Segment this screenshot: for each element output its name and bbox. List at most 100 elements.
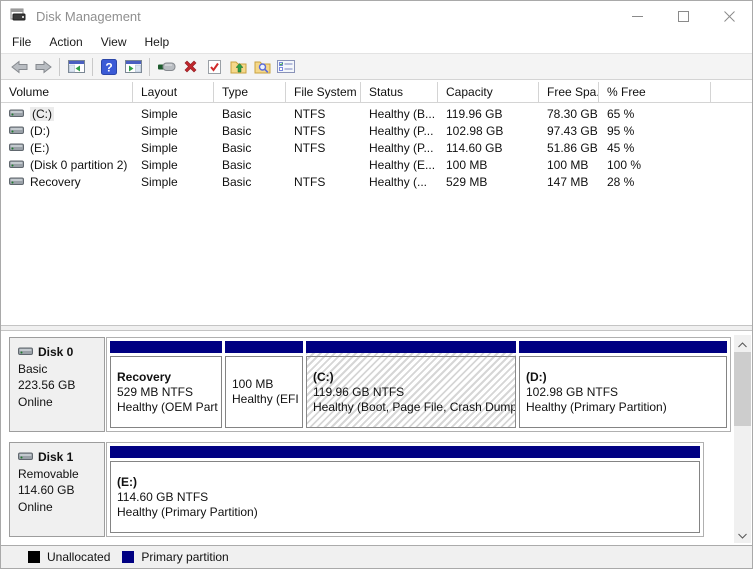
partition-title: (E:) bbox=[117, 474, 137, 489]
partition-info: (E:) 114.60 GB NTFS Healthy (Primary Par… bbox=[110, 461, 700, 533]
menu-view[interactable]: View bbox=[92, 32, 136, 52]
file-system-cell: NTFS bbox=[294, 174, 326, 189]
partition-color-bar bbox=[110, 341, 222, 353]
disk-status: Online bbox=[18, 394, 53, 409]
disk-media-type: Basic bbox=[18, 361, 48, 376]
file-system-cell: NTFS bbox=[294, 123, 326, 138]
partition-color-bar bbox=[519, 341, 727, 353]
capacity-cell: 529 MB bbox=[446, 174, 488, 189]
folder-magnifier-icon bbox=[254, 59, 271, 74]
chevron-down-icon bbox=[738, 528, 747, 542]
folder-magnifier-button[interactable] bbox=[251, 56, 273, 78]
show-console-tree-button[interactable] bbox=[65, 56, 87, 78]
partition-d[interactable]: (D:) 102.98 GB NTFS Healthy (Primary Par… bbox=[519, 341, 727, 428]
free-space-cell: 78.30 GB bbox=[547, 106, 598, 121]
scroll-down-button[interactable] bbox=[734, 526, 751, 543]
document-check-button[interactable] bbox=[203, 56, 225, 78]
folder-up-button[interactable] bbox=[227, 56, 249, 78]
column-header-pct-free[interactable]: % Free bbox=[599, 82, 711, 102]
partition-size-line: 102.98 GB NTFS bbox=[526, 384, 619, 399]
volume-label: (E:) bbox=[30, 140, 50, 155]
type-cell: Basic bbox=[222, 140, 252, 155]
column-header-layout[interactable]: Layout bbox=[133, 82, 214, 102]
legend-unallocated-label: Unallocated bbox=[47, 550, 111, 564]
column-header-type[interactable]: Type bbox=[214, 82, 286, 102]
partition-info: 100 MB Healthy (EFI S bbox=[225, 356, 303, 428]
disk0-header[interactable]: Disk 0 Basic 223.56 GB Online bbox=[9, 337, 105, 432]
help-button[interactable]: ? bbox=[98, 56, 120, 78]
partition-efi[interactable]: 100 MB Healthy (EFI S bbox=[225, 341, 303, 428]
volume-label: (Disk 0 partition 2) bbox=[30, 157, 128, 172]
disk-management-window: Disk Management File Action View Help ? … bbox=[0, 0, 753, 569]
type-cell: Basic bbox=[222, 157, 252, 172]
legend-primary-partition-label: Primary partition bbox=[141, 550, 229, 564]
graphical-view-panel: Disk 0 Basic 223.56 GB Online Recovery 5… bbox=[1, 331, 752, 545]
volume-row-e[interactable]: (E:) Simple Basic NTFS Healthy (P... 114… bbox=[1, 139, 752, 156]
capacity-cell: 100 MB bbox=[446, 157, 488, 172]
partition-info: (D:) 102.98 GB NTFS Healthy (Primary Par… bbox=[519, 356, 727, 428]
vertical-scrollbar[interactable] bbox=[734, 335, 751, 543]
capacity-cell: 114.60 GB bbox=[446, 140, 503, 155]
disk-management-icon bbox=[10, 8, 26, 25]
status-cell: Healthy (B... bbox=[369, 106, 436, 121]
volume-row-disk0-partition2[interactable]: (Disk 0 partition 2) Simple Basic Health… bbox=[1, 156, 752, 173]
partition-status-line: Healthy (Primary Partition) bbox=[526, 399, 667, 414]
column-header-volume[interactable]: Volume bbox=[1, 82, 133, 102]
document-check-icon bbox=[207, 59, 222, 75]
volume-row-recovery[interactable]: Recovery Simple Basic NTFS Healthy (... … bbox=[1, 173, 752, 190]
disk-size: 223.56 GB bbox=[18, 378, 76, 392]
back-button[interactable] bbox=[8, 56, 30, 78]
primary-partition-swatch bbox=[122, 551, 135, 563]
pct-free-cell: 100 % bbox=[607, 157, 642, 172]
help-icon: ? bbox=[101, 58, 117, 75]
free-space-cell: 97.43 GB bbox=[547, 123, 598, 138]
toolbar: ? bbox=[1, 53, 752, 80]
show-action-pane-button[interactable] bbox=[122, 56, 144, 78]
column-header-free-space[interactable]: Free Spa... bbox=[539, 82, 599, 102]
volume-row-d[interactable]: (D:) Simple Basic NTFS Healthy (P... 102… bbox=[1, 122, 752, 139]
partition-color-bar bbox=[306, 341, 516, 353]
volume-icon bbox=[9, 175, 24, 189]
properties-list-button[interactable] bbox=[275, 56, 297, 78]
column-header-file-system[interactable]: File System bbox=[286, 82, 361, 102]
screwdriver-icon bbox=[157, 60, 176, 73]
pct-free-cell: 28 % bbox=[607, 174, 635, 189]
scrollbar-thumb[interactable] bbox=[734, 352, 751, 426]
capacity-cell: 102.98 GB bbox=[446, 123, 504, 138]
screwdriver-button[interactable] bbox=[155, 56, 177, 78]
partition-title: (D:) bbox=[526, 369, 547, 384]
window-title: Disk Management bbox=[36, 8, 141, 24]
volume-icon bbox=[9, 141, 24, 155]
close-button[interactable] bbox=[706, 1, 752, 31]
menu-file[interactable]: File bbox=[3, 32, 40, 52]
partition-recovery[interactable]: Recovery 529 MB NTFS Healthy (OEM Part bbox=[110, 341, 222, 428]
layout-cell: Simple bbox=[141, 157, 178, 172]
unallocated-swatch bbox=[28, 551, 40, 563]
disk1-header[interactable]: Disk 1 Removable 114.60 GB Online bbox=[9, 442, 105, 537]
delete-button[interactable] bbox=[179, 56, 201, 78]
menu-action[interactable]: Action bbox=[40, 32, 91, 52]
maximize-button[interactable] bbox=[660, 1, 706, 31]
scroll-up-button[interactable] bbox=[734, 335, 751, 352]
forward-button[interactable] bbox=[32, 56, 54, 78]
menu-help[interactable]: Help bbox=[136, 32, 179, 52]
volume-cell: (D:) bbox=[1, 124, 133, 138]
partition-status-line: Healthy (Boot, Page File, Crash Dump bbox=[313, 399, 516, 414]
show-console-tree-icon bbox=[67, 59, 85, 74]
disk1-partition-area: (E:) 114.60 GB NTFS Healthy (Primary Par… bbox=[106, 442, 704, 537]
partition-c[interactable]: (C:) 119.96 GB NTFS Healthy (Boot, Page … bbox=[306, 341, 516, 428]
partition-size-line: 114.60 GB NTFS bbox=[117, 489, 209, 504]
volume-cell: (C:) bbox=[1, 106, 133, 121]
layout-cell: Simple bbox=[141, 140, 178, 155]
volume-list-panel: Volume Layout Type File System Status Ca… bbox=[1, 80, 752, 325]
partition-e[interactable]: (E:) 114.60 GB NTFS Healthy (Primary Par… bbox=[110, 446, 700, 533]
minimize-button[interactable] bbox=[614, 1, 660, 31]
status-cell: Healthy (... bbox=[369, 174, 428, 189]
disk-size: 114.60 GB bbox=[18, 483, 75, 497]
column-header-status[interactable]: Status bbox=[361, 82, 438, 102]
volume-cell: (E:) bbox=[1, 141, 133, 155]
disk-name: Disk 1 bbox=[38, 450, 74, 464]
volume-row-c[interactable]: (C:) Simple Basic NTFS Healthy (B... 119… bbox=[1, 105, 752, 122]
volume-icon bbox=[9, 124, 24, 138]
column-header-capacity[interactable]: Capacity bbox=[438, 82, 539, 102]
